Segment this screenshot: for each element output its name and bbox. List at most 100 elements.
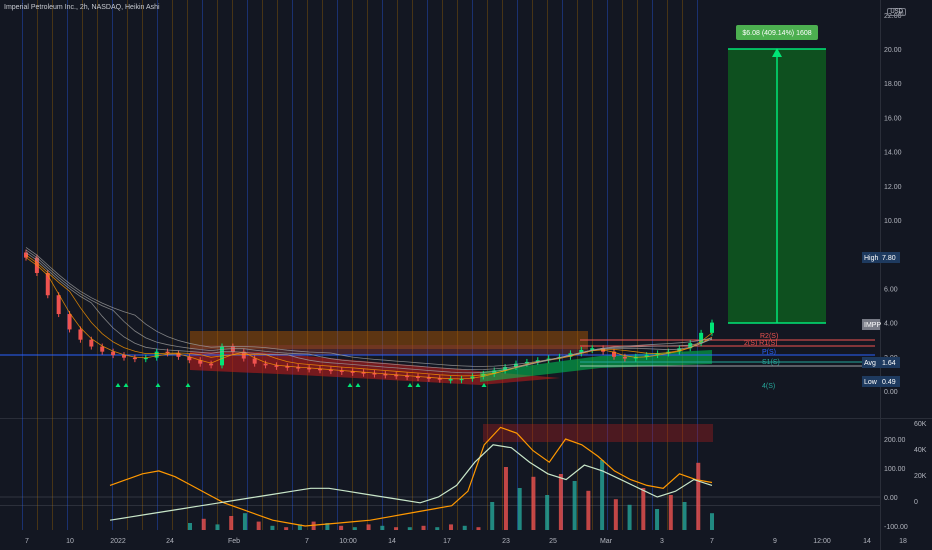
session-line (52, 0, 53, 530)
session-line (547, 0, 548, 530)
volume-bar (256, 521, 261, 530)
volume-bar (586, 490, 591, 530)
volume-bar (655, 509, 660, 530)
price-axis-tick: 12.00 (884, 184, 902, 191)
session-line (22, 0, 23, 530)
price-axis-border (880, 0, 881, 550)
session-line (427, 0, 428, 530)
candle (78, 329, 83, 340)
session-line (652, 0, 653, 530)
candle (67, 314, 72, 330)
time-axis-label: 10:00 (339, 538, 357, 545)
volume-bar (572, 481, 577, 530)
session-line (592, 0, 593, 530)
session-line (412, 0, 413, 530)
session-line (442, 0, 443, 530)
buy-signal-marker (415, 383, 421, 387)
time-axis-label: 23 (502, 538, 510, 545)
session-line (607, 0, 608, 530)
session-line (292, 0, 293, 530)
session-line (142, 0, 143, 530)
buy-signal-marker (347, 383, 353, 387)
price-axis-tick: 10.00 (884, 218, 902, 225)
volume-axis-tick: 40K (914, 447, 927, 454)
session-line (322, 0, 323, 530)
volume-bar (366, 524, 371, 530)
candle (100, 346, 105, 352)
session-line (127, 0, 128, 530)
session-line (217, 0, 218, 530)
time-axis-label: 7 (305, 538, 309, 545)
session-line (517, 0, 518, 530)
pane-separator (0, 418, 932, 419)
volume-axis-tick: 60K (914, 421, 927, 428)
time-axis-label: 7 (25, 538, 29, 545)
osc-axis-tick: 100.00 (884, 466, 906, 473)
pivot-s1-label: S1(S) (762, 359, 780, 366)
price-axis-tick: 20.00 (884, 47, 902, 54)
candle (263, 363, 268, 366)
volume-bar (641, 488, 646, 530)
candle (448, 379, 453, 381)
candle (209, 363, 214, 366)
candle (622, 356, 627, 359)
session-line (367, 0, 368, 530)
time-axis-label: Feb (228, 538, 240, 545)
buy-signal-marker (155, 383, 161, 387)
session-line (97, 0, 98, 530)
volume-bar (394, 527, 399, 530)
candle (56, 295, 61, 315)
session-line (637, 0, 638, 530)
low-value: 0.49 (882, 379, 896, 386)
time-axis-label: 3 (660, 538, 664, 545)
volume-bar (545, 495, 550, 530)
pivot-p-label: P(S) (762, 349, 776, 356)
time-axis-label: 24 (166, 538, 174, 545)
currency-badge[interactable]: USD (887, 8, 906, 16)
session-line (472, 0, 473, 530)
candle (252, 358, 257, 364)
buy-signal-marker (355, 383, 361, 387)
volume-bar (188, 523, 192, 530)
session-line (172, 0, 173, 530)
pivot-s4-label: 4(S) (762, 383, 775, 390)
time-axis-label: Mar (600, 538, 613, 545)
session-line (697, 0, 698, 530)
osc-axis-tick: 0.00 (884, 495, 898, 502)
price-axis-tick: 18.00 (884, 81, 902, 88)
avg-value: 1.64 (882, 360, 896, 367)
oscillator-line (109, 426, 713, 527)
buy-signal-marker (115, 383, 121, 387)
session-line (202, 0, 203, 530)
volume-bar (201, 518, 206, 530)
session-line (67, 0, 68, 530)
volume-bar (627, 504, 632, 530)
low-label: Low (864, 379, 878, 386)
volume-bar (407, 527, 412, 530)
chart-canvas[interactable]: $6.08 (409.14%) 160822.0020.0018.0016.00… (0, 0, 932, 550)
volume-bar (531, 476, 536, 530)
session-line (667, 0, 668, 530)
session-line (562, 0, 563, 530)
session-line (352, 0, 353, 530)
high-value: 7.80 (882, 255, 896, 262)
volume-bar (490, 502, 495, 530)
volume-bar (215, 524, 220, 530)
session-line (577, 0, 578, 530)
osc-axis-tick: -100.00 (884, 524, 908, 531)
session-line (82, 0, 83, 530)
session-line (157, 0, 158, 530)
session-line (502, 0, 503, 530)
volume-bar (380, 525, 385, 530)
volume-bar (449, 524, 453, 530)
time-axis-label: 9 (773, 538, 777, 545)
buy-signal-marker (407, 383, 413, 387)
buy-signal-marker (185, 383, 191, 387)
session-line (682, 0, 683, 530)
volume-bar (242, 513, 247, 530)
avg-label: Avg (864, 360, 876, 367)
price-axis-tick: 6.00 (884, 286, 898, 293)
pivot-r1-label: 2(S) R1(S) (744, 340, 777, 347)
chart-title: Imperial Petroleum Inc., 2h, NASDAQ, Hei… (4, 4, 160, 11)
volume-axis-tick: 0 (914, 499, 918, 506)
